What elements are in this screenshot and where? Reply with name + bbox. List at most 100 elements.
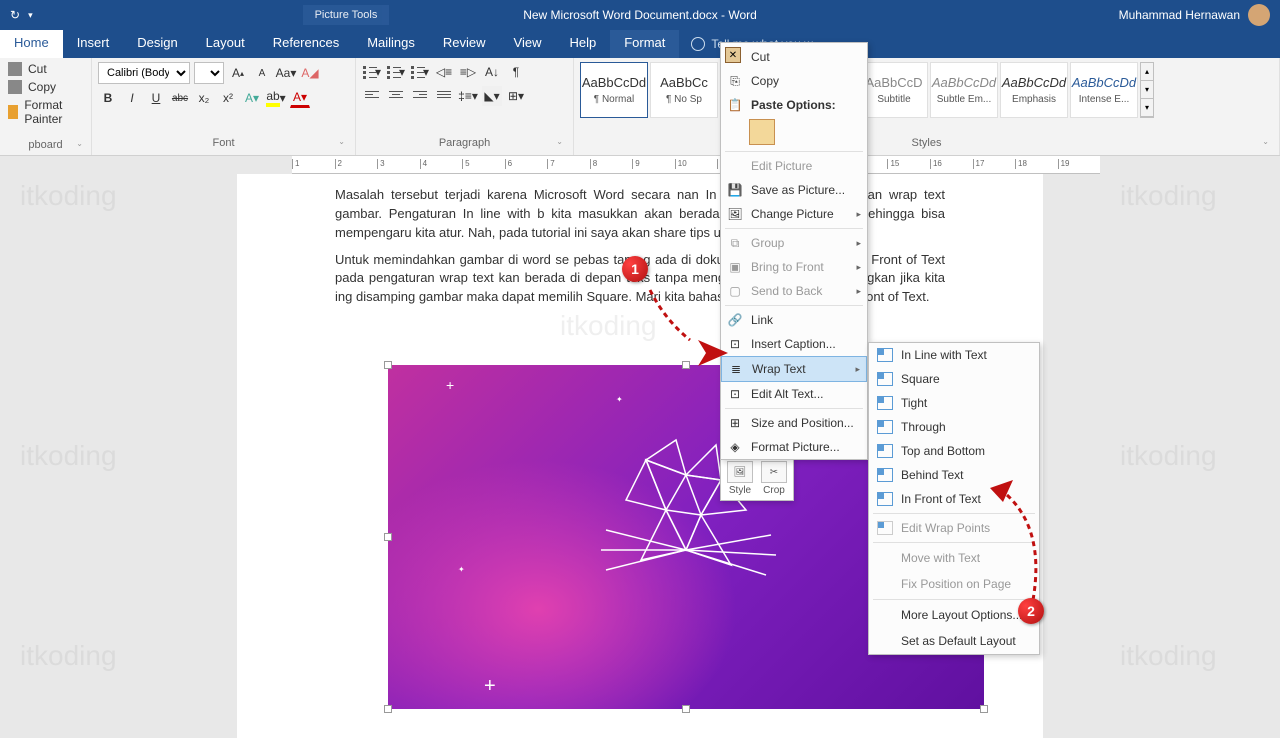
style-emphasis[interactable]: AaBbCcDdEmphasis <box>1000 62 1068 118</box>
wrap-inline-icon <box>877 348 893 362</box>
wrap-tight-icon <box>877 396 893 410</box>
wrap-through[interactable]: Through <box>869 415 1039 439</box>
tab-layout[interactable]: Layout <box>192 30 259 58</box>
ctx-group: ⧉Group <box>721 231 867 255</box>
wrap-top-bottom[interactable]: Top and Bottom <box>869 439 1039 463</box>
numbering-button[interactable]: ▾ <box>386 62 406 82</box>
ctx-copy[interactable]: ⎘Copy <box>721 69 867 93</box>
copy-icon <box>8 80 22 94</box>
style-normal[interactable]: AaBbCcDd¶ Normal <box>580 62 648 118</box>
picture-style-button[interactable]: 🖼Style <box>725 461 755 496</box>
sort-button[interactable]: A↓ <box>482 62 502 82</box>
lightbulb-icon <box>691 37 705 51</box>
borders-button[interactable]: ⊞▾ <box>506 86 526 106</box>
wrap-inline[interactable]: In Line with Text <box>869 343 1039 367</box>
ctx-send-to-back: ▢Send to Back <box>721 279 867 303</box>
horizontal-ruler[interactable]: 1234 5678 9101112 13141516 171819 <box>292 156 1100 174</box>
ctx-change-picture[interactable]: 🖼Change Picture <box>721 202 867 226</box>
clear-formatting-button[interactable]: A◢ <box>300 63 320 83</box>
font-name-select[interactable]: Calibri (Body) <box>98 62 190 84</box>
subscript-button[interactable]: x₂ <box>194 88 214 108</box>
tab-references[interactable]: References <box>259 30 353 58</box>
wrap-set-default-layout[interactable]: Set as Default Layout <box>869 628 1039 654</box>
format-painter-button[interactable]: Format Painter <box>4 96 87 128</box>
styles-more-button[interactable]: ▴▾▾ <box>1140 62 1154 118</box>
cut-button[interactable]: Cut <box>4 60 87 78</box>
shrink-font-button[interactable]: A <box>252 63 272 83</box>
italic-button[interactable]: I <box>122 88 142 108</box>
resize-handle-tl[interactable] <box>384 361 392 369</box>
tab-review[interactable]: Review <box>429 30 500 58</box>
tab-design[interactable]: Design <box>123 30 191 58</box>
wrap-square[interactable]: Square <box>869 367 1039 391</box>
ctx-insert-caption[interactable]: ⊡Insert Caption... <box>721 332 867 356</box>
bold-button[interactable]: B <box>98 88 118 108</box>
annotation-arrow-2 <box>985 480 1055 610</box>
change-case-button[interactable]: Aa▾ <box>276 63 296 83</box>
styles-group-label: Styles <box>580 135 1273 151</box>
tab-view[interactable]: View <box>500 30 556 58</box>
resize-handle-br[interactable] <box>980 705 988 713</box>
ctx-edit-picture: Edit Picture <box>721 154 867 178</box>
highlight-button[interactable]: ab▾ <box>266 88 286 108</box>
resize-handle-tm[interactable] <box>682 361 690 369</box>
align-right-button[interactable] <box>410 86 430 106</box>
strikethrough-button[interactable]: abc <box>170 88 190 108</box>
ctx-link[interactable]: 🔗Link <box>721 308 867 332</box>
bullets-button[interactable]: ▾ <box>362 62 382 82</box>
text-effects-button[interactable]: A▾ <box>242 88 262 108</box>
alt-text-icon: ⊡ <box>727 386 743 402</box>
style-intense-emphasis[interactable]: AaBbCcDdIntense E... <box>1070 62 1138 118</box>
ctx-edit-alt-text[interactable]: ⊡Edit Alt Text... <box>721 382 867 406</box>
tab-insert[interactable]: Insert <box>63 30 124 58</box>
sparkle-icon: ✦ <box>616 395 623 404</box>
clipboard-group-label: pboard <box>4 137 87 153</box>
wrap-tight[interactable]: Tight <box>869 391 1039 415</box>
decrease-indent-button[interactable]: ◁≡ <box>434 62 454 82</box>
line-spacing-button[interactable]: ‡≡▾ <box>458 86 478 106</box>
user-avatar[interactable] <box>1248 4 1270 26</box>
font-group-label: Font <box>98 135 349 151</box>
paste-option-button[interactable] <box>749 119 775 145</box>
shading-button[interactable]: ◣▾ <box>482 86 502 106</box>
ctx-format-picture[interactable]: ◈Format Picture... <box>721 435 867 459</box>
ribbon-tabs: Home Insert Design Layout References Mai… <box>0 30 1280 58</box>
qat-dropdown-icon[interactable]: ▾ <box>28 10 33 21</box>
align-center-button[interactable] <box>386 86 406 106</box>
underline-button[interactable]: U <box>146 88 166 108</box>
increase-indent-button[interactable]: ≡▷ <box>458 62 478 82</box>
style-subtitle[interactable]: AaBbCcDSubtitle <box>860 62 928 118</box>
crop-button[interactable]: ✂Crop <box>759 461 789 496</box>
ctx-size-position[interactable]: ⊞Size and Position... <box>721 411 867 435</box>
tab-help[interactable]: Help <box>555 30 610 58</box>
superscript-button[interactable]: x² <box>218 88 238 108</box>
tab-mailings[interactable]: Mailings <box>353 30 429 58</box>
copy-button[interactable]: Copy <box>4 78 87 96</box>
justify-button[interactable] <box>434 86 454 106</box>
user-area[interactable]: Muhammad Hernawan <box>1119 4 1280 26</box>
style-nospacing[interactable]: AaBbCc¶ No Sp <box>650 62 718 118</box>
picture-tools-contextual-tab: Picture Tools <box>303 5 390 25</box>
resize-handle-bm[interactable] <box>682 705 690 713</box>
sparkle-icon: + <box>484 675 496 698</box>
ctx-cut[interactable]: ✂Cut <box>721 45 867 69</box>
font-color-button[interactable]: A▾ <box>290 88 310 108</box>
tab-home[interactable]: Home <box>0 30 63 58</box>
resize-handle-ml[interactable] <box>384 533 392 541</box>
align-left-button[interactable] <box>362 86 382 106</box>
font-size-select[interactable]: 11 <box>194 62 224 84</box>
wrap-front-icon <box>877 492 893 506</box>
paragraph-group: ▾ ▾ ▾ ◁≡ ≡▷ A↓ ¶ ‡≡▾ ◣▾ ⊞▾ Paragraph <box>356 58 574 155</box>
ctx-save-as-picture[interactable]: 💾Save as Picture... <box>721 178 867 202</box>
show-marks-button[interactable]: ¶ <box>506 62 526 82</box>
close-icon[interactable]: ✕ <box>725 47 741 63</box>
multilevel-button[interactable]: ▾ <box>410 62 430 82</box>
grow-font-button[interactable]: A▴ <box>228 63 248 83</box>
tab-format[interactable]: Format <box>610 30 679 58</box>
ctx-wrap-text[interactable]: ≣Wrap Text <box>721 356 867 382</box>
wrap-topbottom-icon <box>877 444 893 458</box>
style-subtle-emphasis[interactable]: AaBbCcDdSubtle Em... <box>930 62 998 118</box>
resize-handle-bl[interactable] <box>384 705 392 713</box>
autosave-icon[interactable]: ↻ <box>10 8 20 22</box>
brush-icon <box>8 105 18 119</box>
